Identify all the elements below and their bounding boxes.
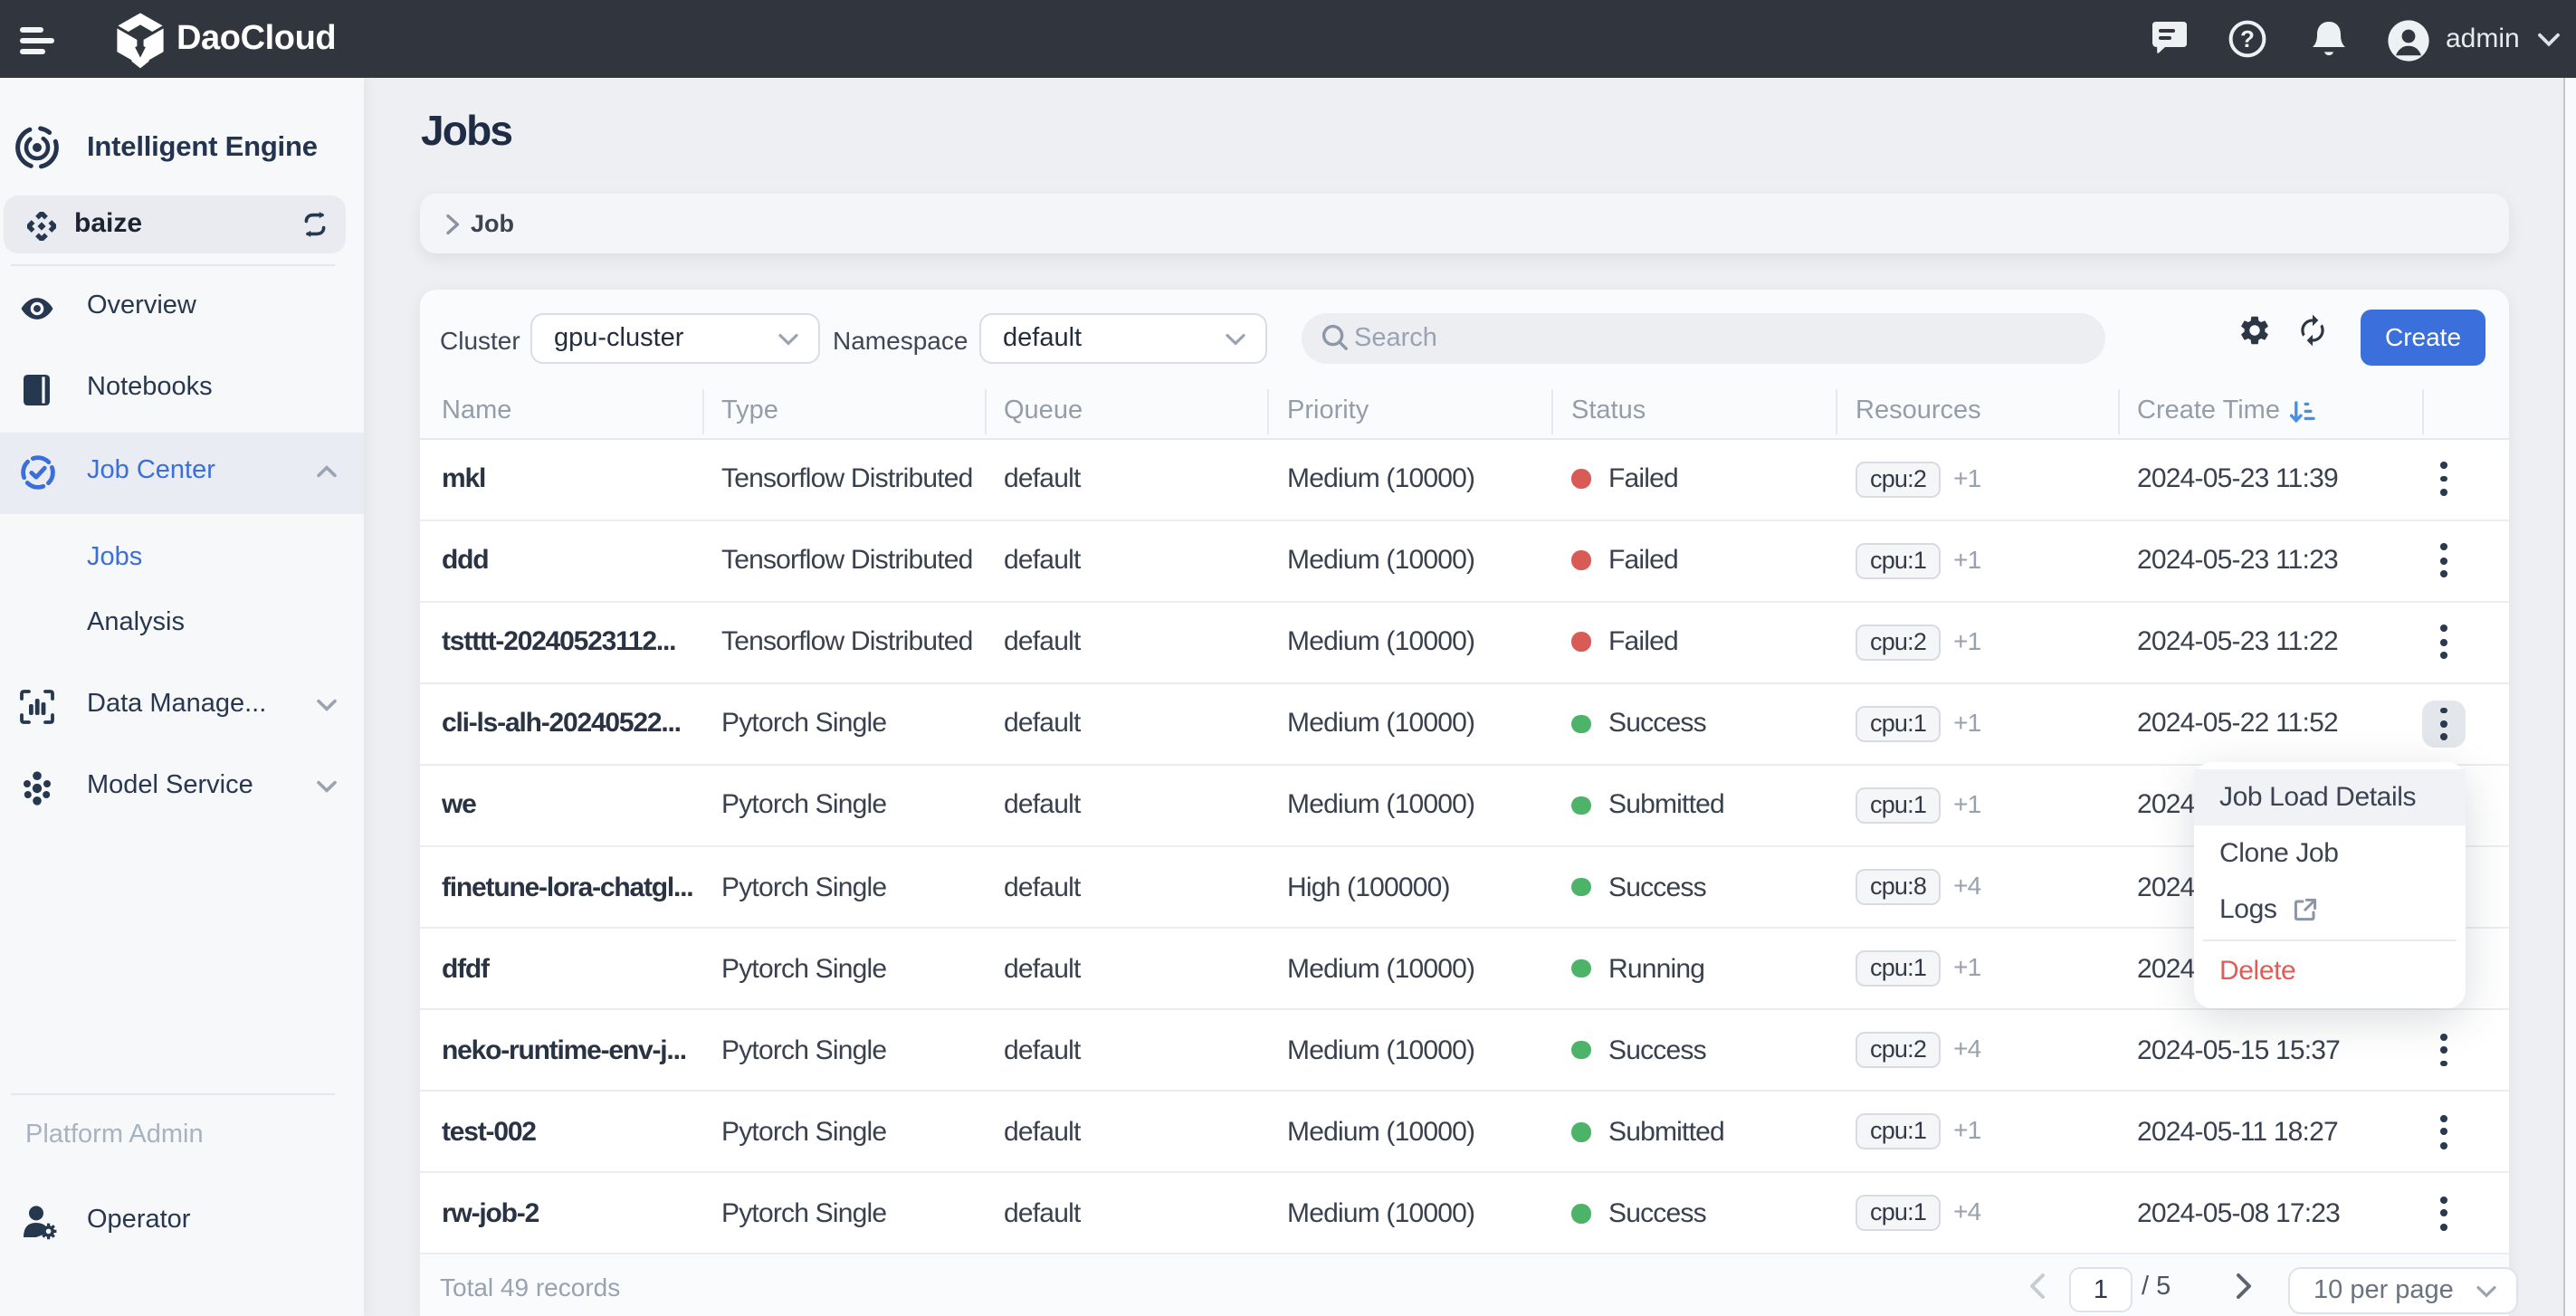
svg-text:?: ? [2240, 25, 2255, 52]
